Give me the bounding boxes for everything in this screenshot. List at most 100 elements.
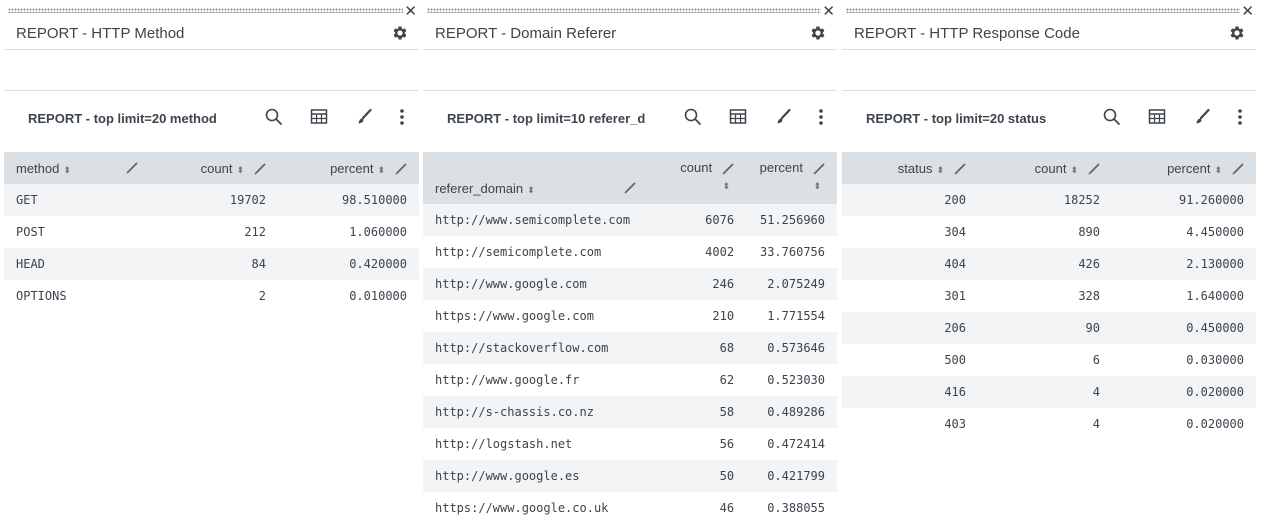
sort-icon[interactable]: ⬍ (813, 181, 821, 192)
edit-column-icon[interactable] (126, 162, 138, 174)
edit-column-icon[interactable] (254, 163, 266, 175)
drag-handle[interactable] (846, 8, 1240, 13)
more-icon[interactable] (392, 107, 412, 127)
referer-domain-cell: http://logstash.net (423, 428, 643, 460)
count-cell: 426 (978, 248, 1112, 280)
table-row[interactable]: http://www.google.fr 62 0.523030 (423, 364, 837, 396)
gear-icon[interactable] (809, 24, 827, 42)
percent-cell: 0.573646 (746, 332, 837, 364)
edit-column-icon[interactable] (954, 163, 966, 175)
column-header-status[interactable]: status ⬍ (842, 152, 978, 184)
table-row[interactable]: 304 890 4.450000 (842, 216, 1256, 248)
table-row[interactable]: http://www.google.com 246 2.075249 (423, 268, 837, 300)
sort-icon[interactable]: ⬍ (527, 185, 535, 195)
table-row[interactable]: POST 212 1.060000 (4, 216, 419, 248)
column-header-percent[interactable]: percent ⬍ (746, 152, 837, 204)
percent-cell: 0.020000 (1112, 376, 1256, 408)
viz-title: REPORT - top limit=20 method (28, 111, 217, 126)
edit-column-icon[interactable] (1088, 163, 1100, 175)
column-header-count[interactable]: count ⬍ (144, 152, 278, 184)
count-cell: 4 (978, 376, 1112, 408)
table-row[interactable]: OPTIONS 2 0.010000 (4, 280, 419, 312)
close-icon[interactable]: ✕ (1241, 4, 1254, 19)
edit-column-icon[interactable] (813, 163, 825, 175)
table-row[interactable]: http://semicomplete.com 4002 33.760756 (423, 236, 837, 268)
sort-icon[interactable]: ⬍ (723, 181, 731, 192)
divider (4, 49, 419, 50)
viz-title: REPORT - top limit=10 referer_d (447, 111, 646, 126)
count-cell: 84 (144, 248, 278, 280)
percent-cell: 98.510000 (278, 184, 419, 216)
table-icon[interactable] (309, 107, 329, 127)
percent-cell: 0.450000 (1112, 312, 1256, 344)
sort-icon[interactable]: ⬍ (63, 165, 71, 175)
count-cell: 210 (642, 300, 747, 332)
divider (423, 90, 837, 91)
percent-cell: 0.420000 (278, 248, 419, 280)
edit-column-icon[interactable] (722, 163, 734, 175)
table-row[interactable]: HEAD 84 0.420000 (4, 248, 419, 280)
table-row[interactable]: http://www.semicomplete.com 6076 51.256960 (423, 204, 837, 236)
table-body: http://www.semicomplete.com 6076 51.256960… (423, 204, 837, 524)
gear-icon[interactable] (391, 24, 409, 42)
sort-icon[interactable]: ⬍ (1070, 165, 1078, 175)
search-icon[interactable] (683, 107, 703, 127)
table-row[interactable]: 500 6 0.030000 (842, 344, 1256, 376)
table-row[interactable]: 206 90 0.450000 (842, 312, 1256, 344)
drag-handle[interactable] (427, 8, 821, 13)
divider (423, 49, 837, 50)
table-icon[interactable] (728, 107, 748, 127)
sort-icon[interactable]: ⬍ (936, 165, 944, 175)
search-icon[interactable] (264, 107, 284, 127)
column-header-count[interactable]: count ⬍ (978, 152, 1112, 184)
method-cell: HEAD (4, 248, 144, 280)
search-icon[interactable] (1102, 107, 1122, 127)
table-row[interactable]: http://stackoverflow.com 68 0.573646 (423, 332, 837, 364)
column-header-method[interactable]: method ⬍ (4, 152, 144, 184)
table-row[interactable]: 200 18252 91.260000 (842, 184, 1256, 216)
referer-domain-cell: http://semicomplete.com (423, 236, 643, 268)
table-row[interactable]: 301 328 1.640000 (842, 280, 1256, 312)
table-row[interactable]: http://s-chassis.co.nz 58 0.489286 (423, 396, 837, 428)
column-header-percent[interactable]: percent ⬍ (1112, 152, 1256, 184)
table-body: 200 18252 91.260000 304 890 4.450000 404 426 2.1… (842, 184, 1256, 440)
column-header-percent[interactable]: percent ⬍ (278, 152, 419, 184)
sort-icon[interactable]: ⬍ (377, 165, 385, 175)
table-row[interactable]: http://www.google.es 50 0.421799 (423, 460, 837, 492)
brush-icon[interactable] (354, 107, 374, 127)
divider (4, 90, 419, 91)
edit-column-icon[interactable] (624, 182, 636, 194)
more-icon[interactable] (1230, 107, 1250, 127)
count-cell: 90 (978, 312, 1112, 344)
percent-cell: 91.260000 (1112, 184, 1256, 216)
count-cell: 18252 (978, 184, 1112, 216)
drag-handle[interactable] (8, 8, 403, 13)
edit-column-icon[interactable] (1232, 163, 1244, 175)
table-row[interactable]: http://logstash.net 56 0.472414 (423, 428, 837, 460)
table-row[interactable]: https://www.google.co.uk 46 0.388055 (423, 492, 837, 524)
percent-cell: 1.771554 (746, 300, 837, 332)
brush-icon[interactable] (773, 107, 793, 127)
count-cell: 212 (144, 216, 278, 248)
panel-title: REPORT - HTTP Response Code (854, 25, 1080, 42)
close-icon[interactable]: ✕ (822, 4, 835, 19)
column-header-count[interactable]: count ⬍ (642, 152, 747, 204)
count-cell: 46 (642, 492, 747, 524)
more-icon[interactable] (811, 107, 831, 127)
status-cell: 304 (842, 216, 978, 248)
panel-title: REPORT - HTTP Method (16, 25, 185, 42)
table-row[interactable]: https://www.google.com 210 1.771554 (423, 300, 837, 332)
table-row[interactable]: 403 4 0.020000 (842, 408, 1256, 440)
table-row[interactable]: GET 19702 98.510000 (4, 184, 419, 216)
table-row[interactable]: 416 4 0.020000 (842, 376, 1256, 408)
edit-column-icon[interactable] (395, 163, 407, 175)
sort-icon[interactable]: ⬍ (236, 165, 244, 175)
table-row[interactable]: 404 426 2.130000 (842, 248, 1256, 280)
brush-icon[interactable] (1192, 107, 1212, 127)
close-icon[interactable]: ✕ (404, 4, 417, 19)
gear-icon[interactable] (1228, 24, 1246, 42)
column-header-referer-domain[interactable]: referer_domain ⬍ (423, 152, 643, 204)
method-cell: GET (4, 184, 144, 216)
table-icon[interactable] (1147, 107, 1167, 127)
sort-icon[interactable]: ⬍ (1214, 165, 1222, 175)
